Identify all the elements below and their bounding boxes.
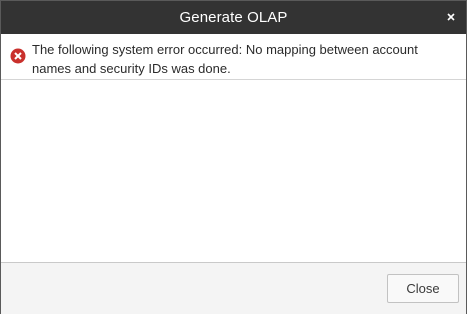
dialog-footer: Close xyxy=(1,262,466,314)
title-bar: Generate OLAP xyxy=(1,1,466,34)
error-message-area: The following system error occurred: No … xyxy=(1,34,466,80)
window-title: Generate OLAP xyxy=(179,9,288,26)
error-icon xyxy=(10,48,26,64)
dialog-window: Generate OLAP The following system error… xyxy=(0,0,467,314)
close-icon[interactable] xyxy=(444,10,458,24)
content-area xyxy=(1,80,466,261)
error-message-text: The following system error occurred: No … xyxy=(32,42,418,76)
close-button[interactable]: Close xyxy=(387,274,459,303)
